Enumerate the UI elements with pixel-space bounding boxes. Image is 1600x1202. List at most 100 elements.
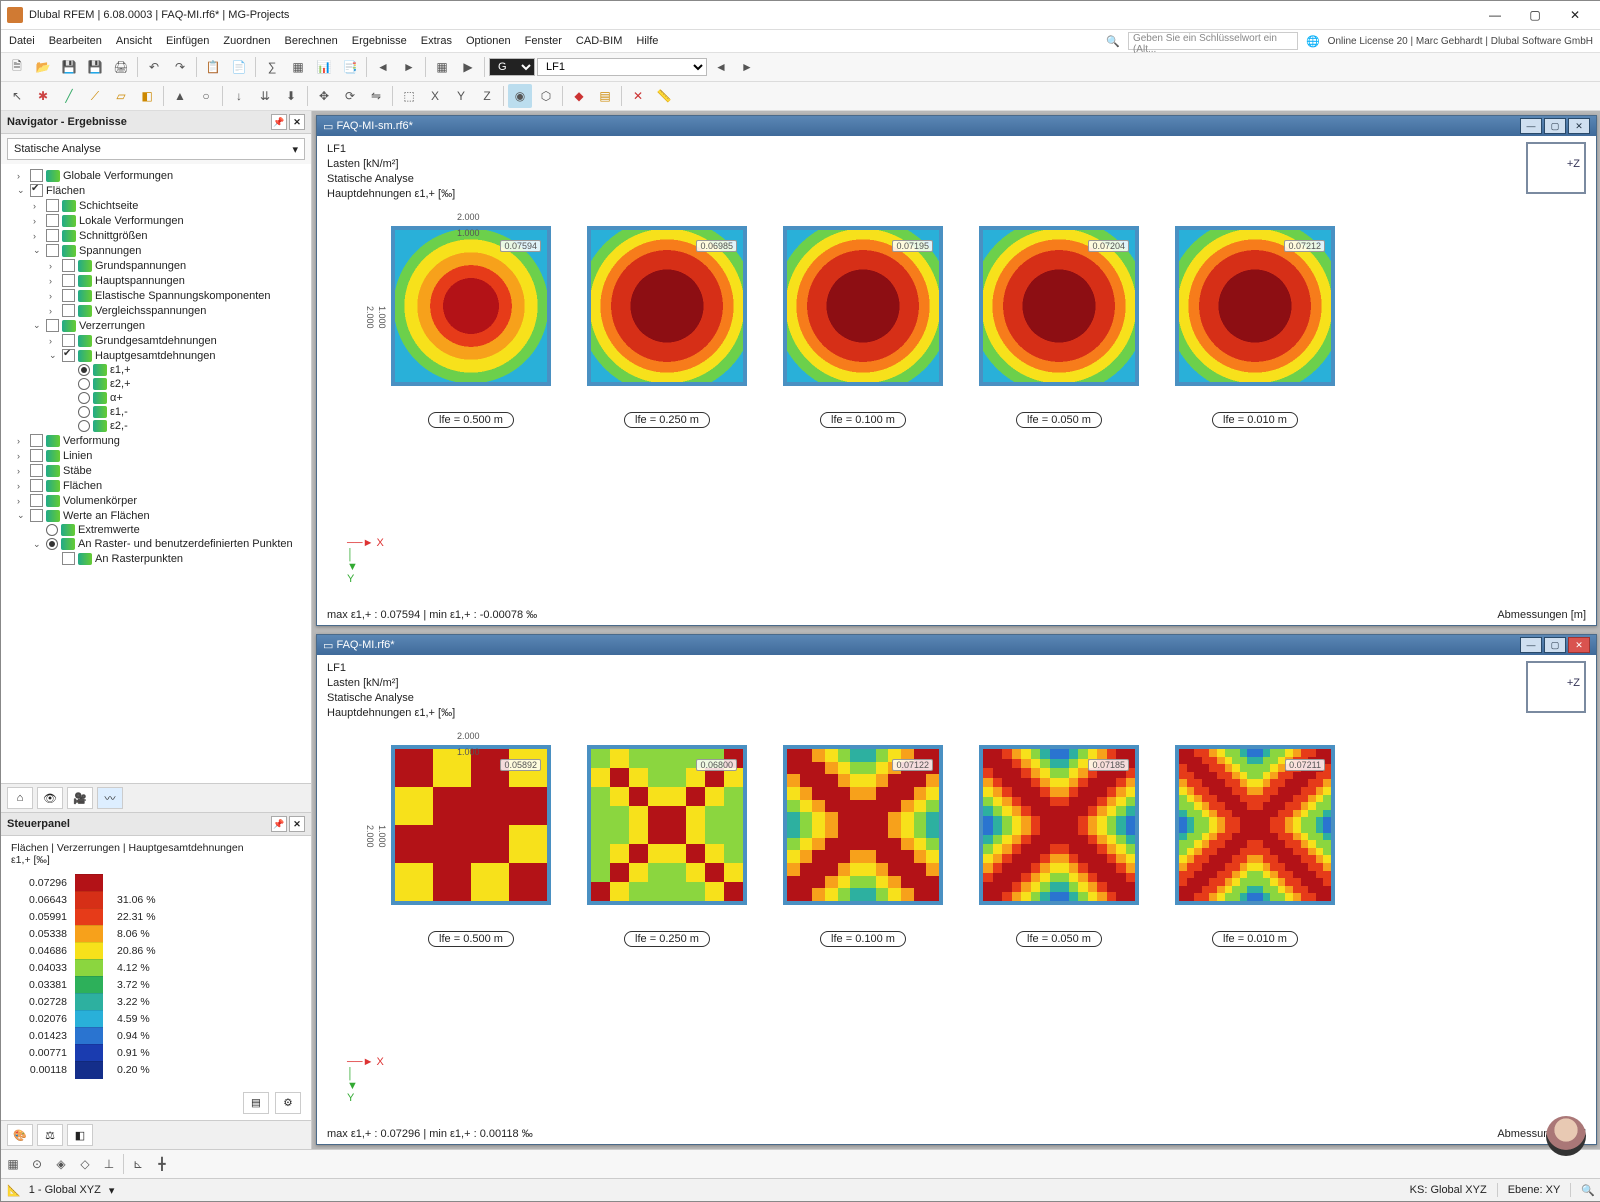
radio-raster[interactable] bbox=[46, 538, 58, 550]
status-zoom-icon[interactable]: 🔍 bbox=[1581, 1184, 1595, 1197]
radio-e2m[interactable] bbox=[78, 420, 90, 432]
menu-zuordnen[interactable]: Zuordnen bbox=[223, 35, 270, 47]
radio-e1p[interactable] bbox=[78, 364, 90, 376]
load-line-icon[interactable]: ⇊ bbox=[253, 84, 277, 108]
solid-icon[interactable]: ◧ bbox=[135, 84, 159, 108]
legend-settings-icon[interactable]: ⚙ bbox=[275, 1092, 301, 1114]
prev-icon[interactable]: ◄ bbox=[371, 55, 395, 79]
radio-e1m[interactable] bbox=[78, 406, 90, 418]
load-node-icon[interactable]: ↓ bbox=[227, 84, 251, 108]
tree-werte[interactable]: Werte an Flächen bbox=[63, 510, 150, 522]
radio-e2p[interactable] bbox=[78, 378, 90, 390]
redo-icon[interactable]: ↷ bbox=[168, 55, 192, 79]
menu-cad-bim[interactable]: CAD-BIM bbox=[576, 35, 622, 47]
tree-schicht[interactable]: Schichtseite bbox=[79, 200, 138, 212]
tree-staebe[interactable]: Stäbe bbox=[63, 465, 92, 477]
view-y-icon[interactable]: Y bbox=[449, 84, 473, 108]
tree-hauptges[interactable]: Hauptgesamtdehnungen bbox=[95, 350, 215, 362]
cp-tab2-icon[interactable]: ⚖ bbox=[37, 1124, 63, 1146]
tree-grundges[interactable]: Grundgesamtdehnungen bbox=[95, 335, 217, 347]
cursor-icon[interactable]: ↖ bbox=[5, 84, 29, 108]
snap-node-icon[interactable]: ⊙ bbox=[25, 1152, 49, 1176]
assistant-avatar[interactable] bbox=[1546, 1116, 1586, 1156]
view-a-min[interactable]: — bbox=[1520, 118, 1542, 134]
legend-edit-icon[interactable]: ▤ bbox=[243, 1092, 269, 1114]
tree-verzerr[interactable]: Verzerrungen bbox=[79, 320, 145, 332]
loadcase-combo[interactable]: LF1 bbox=[537, 58, 707, 76]
surface-icon[interactable]: ▱ bbox=[109, 84, 133, 108]
report-icon[interactable]: 📑 bbox=[338, 55, 362, 79]
run-icon[interactable]: ▶ bbox=[456, 55, 480, 79]
copy-icon[interactable]: 📋 bbox=[201, 55, 225, 79]
view-b-max[interactable]: ▢ bbox=[1544, 637, 1566, 653]
tree-flaechen[interactable]: Flächen bbox=[46, 185, 85, 197]
save-all-icon[interactable]: 💾 bbox=[83, 55, 107, 79]
print-icon[interactable]: 🖨 bbox=[109, 55, 133, 79]
radio-extrem[interactable] bbox=[46, 524, 58, 536]
support-icon[interactable]: ▲ bbox=[168, 84, 192, 108]
tree-grundsp[interactable]: Grundspannungen bbox=[95, 260, 186, 272]
view-x-icon[interactable]: X bbox=[423, 84, 447, 108]
member-icon[interactable]: ⟋ bbox=[83, 84, 107, 108]
view-z-icon[interactable]: Z bbox=[475, 84, 499, 108]
menu-hilfe[interactable]: Hilfe bbox=[636, 35, 658, 47]
menu-berechnen[interactable]: Berechnen bbox=[285, 35, 338, 47]
menu-extras[interactable]: Extras bbox=[421, 35, 452, 47]
menu-datei[interactable]: Datei bbox=[9, 35, 35, 47]
hinge-icon[interactable]: ○ bbox=[194, 84, 218, 108]
rotate-icon[interactable]: ⟳ bbox=[338, 84, 362, 108]
view-a-max[interactable]: ▢ bbox=[1544, 118, 1566, 134]
load-area-icon[interactable]: ⬇ bbox=[279, 84, 303, 108]
cp-tab1-icon[interactable]: 🎨 bbox=[7, 1124, 33, 1146]
tab-display-icon[interactable]: 👁 bbox=[37, 787, 63, 809]
menu-bearbeiten[interactable]: Bearbeiten bbox=[49, 35, 102, 47]
view-b-close[interactable]: ✕ bbox=[1568, 637, 1590, 653]
cp-pin-icon[interactable]: 📌 bbox=[271, 816, 287, 832]
tree-verformung[interactable]: Verformung bbox=[63, 435, 120, 447]
menu-optionen[interactable]: Optionen bbox=[466, 35, 511, 47]
mirror-icon[interactable]: ⇋ bbox=[364, 84, 388, 108]
measure-icon[interactable]: 📏 bbox=[652, 84, 676, 108]
view-iso-icon[interactable]: ⬚ bbox=[397, 84, 421, 108]
mesh-icon[interactable]: ▦ bbox=[430, 55, 454, 79]
results-on-icon[interactable]: ◆ bbox=[567, 84, 591, 108]
lc-next-icon[interactable]: ► bbox=[735, 55, 759, 79]
cs-icon[interactable]: 📐 bbox=[7, 1184, 21, 1197]
tab-video-icon[interactable]: 🎥 bbox=[67, 787, 93, 809]
line-icon[interactable]: ╱ bbox=[57, 84, 81, 108]
menu-ergebnisse[interactable]: Ergebnisse bbox=[352, 35, 407, 47]
panel-pin-icon[interactable]: 📌 bbox=[271, 114, 287, 130]
radio-ap[interactable] bbox=[78, 392, 90, 404]
maximize-button[interactable]: ▢ bbox=[1515, 3, 1555, 27]
node-icon[interactable]: ✱ bbox=[31, 84, 55, 108]
keyword-search[interactable]: Geben Sie ein Schlüsselwort ein (Alt... bbox=[1128, 32, 1298, 50]
tree-globale[interactable]: Globale Verformungen bbox=[63, 170, 173, 182]
paste-icon[interactable]: 📄 bbox=[227, 55, 251, 79]
view-a-close[interactable]: ✕ bbox=[1568, 118, 1590, 134]
lc-prev-icon[interactable]: ◄ bbox=[709, 55, 733, 79]
isoband-icon[interactable]: ▤ bbox=[593, 84, 617, 108]
panel-close-icon[interactable]: ✕ bbox=[289, 114, 305, 130]
tab-data-icon[interactable]: ⌂ bbox=[7, 787, 33, 809]
menu-fenster[interactable]: Fenster bbox=[525, 35, 562, 47]
move-icon[interactable]: ✥ bbox=[312, 84, 336, 108]
close-button[interactable]: ✕ bbox=[1555, 3, 1595, 27]
view-cube-a[interactable] bbox=[1526, 142, 1586, 194]
ortho-icon[interactable]: ⊾ bbox=[126, 1152, 150, 1176]
tree-flaechen2[interactable]: Flächen bbox=[63, 480, 102, 492]
table-icon[interactable]: ▦ bbox=[286, 55, 310, 79]
menu-einfuegen[interactable]: Einfügen bbox=[166, 35, 209, 47]
save-icon[interactable]: 💾 bbox=[57, 55, 81, 79]
tree-hauptsp[interactable]: Hauptspannungen bbox=[95, 275, 185, 287]
snap-grid-icon[interactable]: ▦ bbox=[1, 1152, 25, 1176]
status-cs[interactable]: 1 - Global XYZ bbox=[29, 1184, 101, 1196]
cp-close-icon[interactable]: ✕ bbox=[289, 816, 305, 832]
snap-perp-icon[interactable]: ⊥ bbox=[97, 1152, 121, 1176]
open-icon[interactable]: 📂 bbox=[31, 55, 55, 79]
view-b-min[interactable]: — bbox=[1520, 637, 1542, 653]
tree-elast[interactable]: Elastische Spannungskomponenten bbox=[95, 290, 271, 302]
guide-icon[interactable]: ╋ bbox=[150, 1152, 174, 1176]
chart-icon[interactable]: 📊 bbox=[312, 55, 336, 79]
result-tree[interactable]: ›Globale Verformungen ⌄Flächen ›Schichts… bbox=[1, 164, 311, 783]
calc-icon[interactable]: ∑ bbox=[260, 55, 284, 79]
